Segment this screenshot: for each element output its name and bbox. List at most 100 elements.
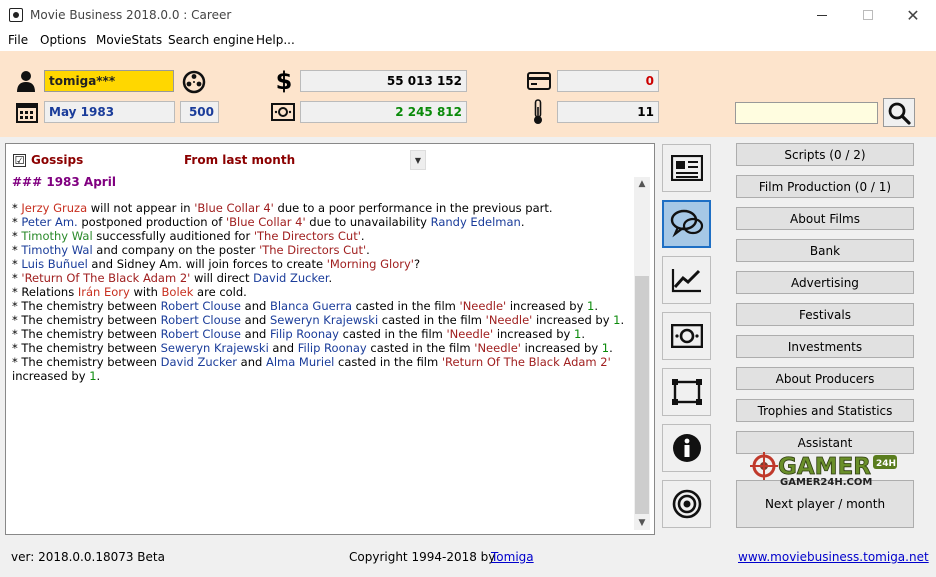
credit-card-icon bbox=[526, 71, 552, 91]
dollar-icon: $ bbox=[275, 67, 293, 95]
gossip-segment: increased by bbox=[506, 299, 588, 313]
gossip-segment: 'Return Of The Black Adam 2' bbox=[21, 271, 191, 285]
status-bar: ver: 2018.0.0.18073 Beta Copyright 1994-… bbox=[0, 540, 936, 577]
about-producers-button[interactable]: About Producers bbox=[736, 367, 914, 390]
gossip-segment: Filip Roonay bbox=[297, 341, 367, 355]
gossip-segment: * bbox=[12, 271, 22, 285]
gossip-line: * The chemistry between David Zucker and… bbox=[12, 355, 627, 369]
menu-search-engine[interactable]: Search engine bbox=[168, 33, 254, 47]
about-films-button[interactable]: About Films bbox=[736, 207, 914, 230]
gossip-segment: Luis Buñuel bbox=[21, 257, 88, 271]
film-production-button[interactable]: Film Production (0 / 1) bbox=[736, 175, 914, 198]
chat-bubbles-icon bbox=[670, 209, 703, 238]
close-button[interactable]: ✕ bbox=[890, 0, 936, 30]
gossip-line: * Peter Am. postponed production of 'Blu… bbox=[12, 215, 627, 229]
bank-button[interactable]: Bank bbox=[736, 239, 914, 262]
gossip-segment: increased by bbox=[520, 341, 602, 355]
gossip-segment: Timothy Wal bbox=[21, 229, 93, 243]
gossip-segment: * bbox=[12, 257, 22, 271]
gossip-segment: casted in the film bbox=[334, 355, 442, 369]
info-icon bbox=[672, 434, 701, 462]
trophies-button[interactable]: Trophies and Statistics bbox=[736, 399, 914, 422]
search-input[interactable] bbox=[735, 102, 878, 124]
status-header: tomiga*** $ 55 013 152 0 May 1983 500 2 … bbox=[0, 51, 936, 137]
target-icon bbox=[672, 489, 701, 519]
gossip-segment: 1 bbox=[601, 341, 610, 355]
gossip-line: increased by 1. bbox=[12, 369, 627, 383]
scroll-down-icon[interactable]: ▼ bbox=[634, 516, 650, 530]
gossip-segment: Jerzy Gruza bbox=[21, 201, 88, 215]
gossip-segment: increased by bbox=[532, 313, 614, 327]
gossip-segment: and bbox=[241, 313, 270, 327]
chevron-down-icon[interactable]: ▼ bbox=[410, 150, 426, 170]
menu-help[interactable]: Help... bbox=[256, 33, 295, 47]
watermark-domain: GAMER24H.COM bbox=[780, 477, 872, 488]
gossip-segment: 1 bbox=[89, 369, 97, 383]
gossip-segment: Robert Clouse bbox=[160, 313, 242, 327]
search-icon bbox=[888, 102, 911, 125]
goals-button[interactable] bbox=[662, 480, 711, 528]
version-label: ver: 2018.0.0.18073 Beta bbox=[11, 550, 165, 564]
crop-frame-icon bbox=[671, 379, 702, 405]
minimize-icon bbox=[817, 14, 827, 16]
newspaper-icon bbox=[670, 155, 703, 181]
stats-button[interactable] bbox=[662, 256, 711, 304]
maximize-button[interactable] bbox=[845, 0, 891, 30]
period-select[interactable]: From last month bbox=[184, 153, 295, 167]
gossip-line: * 'Return Of The Black Adam 2' will dire… bbox=[12, 271, 627, 285]
gossip-segment: casted in the film bbox=[366, 341, 475, 355]
gossip-segment: increased by bbox=[12, 369, 90, 383]
gossip-segment: 1 bbox=[613, 313, 621, 327]
info-button[interactable] bbox=[662, 424, 711, 472]
gossip-segment: due to unavailability bbox=[305, 215, 431, 229]
menu-moviestats[interactable]: MovieStats bbox=[96, 33, 162, 47]
gossip-line: * The chemistry between Robert Clouse an… bbox=[12, 299, 627, 313]
gossip-segment: and bbox=[241, 327, 270, 341]
scroll-thumb[interactable] bbox=[635, 276, 649, 514]
gossip-segment: postponed production of bbox=[77, 215, 226, 229]
festivals-button[interactable]: Festivals bbox=[736, 303, 914, 326]
gossip-segment: * bbox=[12, 229, 22, 243]
gossip-segment: due to a poor performance in the previou… bbox=[273, 201, 553, 215]
gossip-segment: * Relations bbox=[12, 285, 78, 299]
maximize-icon bbox=[863, 10, 873, 20]
gossips-checkbox[interactable]: ☑ bbox=[13, 153, 26, 167]
gossip-segment: ? bbox=[413, 257, 421, 271]
gossip-segment: . bbox=[620, 313, 625, 327]
advertising-button[interactable]: Advertising bbox=[736, 271, 914, 294]
film-reel-icon[interactable] bbox=[181, 69, 207, 95]
gossip-segment: and bbox=[237, 355, 266, 369]
gossip-segment: Randy Edelman bbox=[430, 215, 521, 229]
scripts-button[interactable]: Scripts (0 / 2) bbox=[736, 143, 914, 166]
gossip-segment: increased by bbox=[493, 327, 575, 341]
layout-button[interactable] bbox=[662, 368, 711, 416]
author-link[interactable]: Tomiga bbox=[491, 550, 534, 564]
investments-button[interactable]: Investments bbox=[736, 335, 914, 358]
copyright-label: Copyright 1994-2018 by bbox=[349, 550, 496, 564]
minimize-button[interactable] bbox=[799, 0, 845, 30]
gossip-segment: 'Blue Collar 4' bbox=[194, 201, 274, 215]
log-heading: ### 1983 April bbox=[12, 175, 116, 189]
gossip-segment: * bbox=[12, 201, 22, 215]
gossip-log: ### 1983 April * Jerzy Gruza will not ap… bbox=[12, 175, 627, 383]
search-button[interactable] bbox=[883, 98, 915, 127]
gossips-button[interactable] bbox=[662, 200, 711, 248]
gossip-segment: * The chemistry between bbox=[12, 299, 161, 313]
player-name-field[interactable]: tomiga*** bbox=[44, 70, 174, 92]
scroll-up-icon[interactable]: ▲ bbox=[634, 177, 650, 191]
gossip-segment: David Zucker bbox=[253, 271, 329, 285]
website-link[interactable]: www.moviebusiness.tomiga.net bbox=[738, 550, 929, 564]
finance-button[interactable] bbox=[662, 312, 711, 360]
vertical-scrollbar[interactable]: ▲ ▼ bbox=[634, 177, 650, 530]
gossip-line: * The chemistry between Robert Clouse an… bbox=[12, 313, 627, 327]
thermometer-icon bbox=[531, 99, 545, 125]
menu-file[interactable]: File bbox=[8, 33, 28, 47]
gossips-toggle[interactable]: ☑ Gossips bbox=[13, 153, 83, 167]
gossip-segment: and bbox=[268, 341, 298, 355]
menu-options[interactable]: Options bbox=[40, 33, 86, 47]
turn-field: 500 bbox=[180, 101, 219, 123]
newspaper-button[interactable] bbox=[662, 144, 711, 192]
gossip-segment: * The chemistry between bbox=[12, 341, 161, 355]
gossip-segment: and Sidney Am. will join forces to creat… bbox=[87, 257, 327, 271]
gossip-panel: ☑ Gossips From last month ▼ ### 1983 Apr… bbox=[5, 143, 655, 535]
